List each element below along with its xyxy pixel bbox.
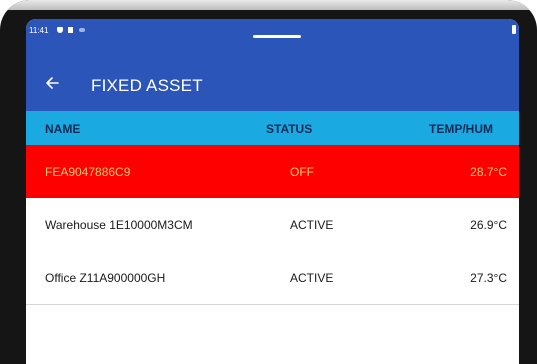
tablet-frame: 11:41 FIXED ASSET NAME STATUS TEMP/HUM F… [0,0,537,364]
status-time: 11:41 [29,26,49,35]
asset-temperature: 27.3°C [470,271,507,285]
table-row[interactable]: Warehouse 1E10000M3CM ACTIVE 26.9°C [26,198,519,252]
table-row[interactable]: Office Z11A900000GH ACTIVE 27.3°C [26,251,519,305]
asset-status: OFF [290,165,314,179]
more-icon [79,28,85,32]
back-arrow-icon[interactable] [44,75,60,91]
status-bar: 11:41 [26,19,519,43]
asset-name: Warehouse 1E10000M3CM [45,218,193,232]
app-screen: 11:41 FIXED ASSET NAME STATUS TEMP/HUM F… [26,19,519,364]
column-header-name: NAME [45,122,81,136]
asset-name: FEA9047886C9 [45,165,131,179]
asset-temperature: 28.7°C [470,165,507,179]
asset-status: ACTIVE [290,271,334,285]
asset-temperature: 26.9°C [470,218,507,232]
app-bar: 11:41 FIXED ASSET [26,19,519,111]
gesture-handle[interactable] [253,35,301,38]
column-header-status: STATUS [266,122,313,136]
table-row[interactable]: FEA9047886C9 OFF 28.7°C [26,145,519,199]
column-header-temp-hum: TEMP/HUM [429,122,493,136]
notification-icon [68,27,73,33]
shield-icon [57,27,63,33]
page-title: FIXED ASSET [91,76,203,95]
battery-icon [512,25,516,34]
asset-status: ACTIVE [290,218,334,232]
asset-name: Office Z11A900000GH [45,271,166,285]
